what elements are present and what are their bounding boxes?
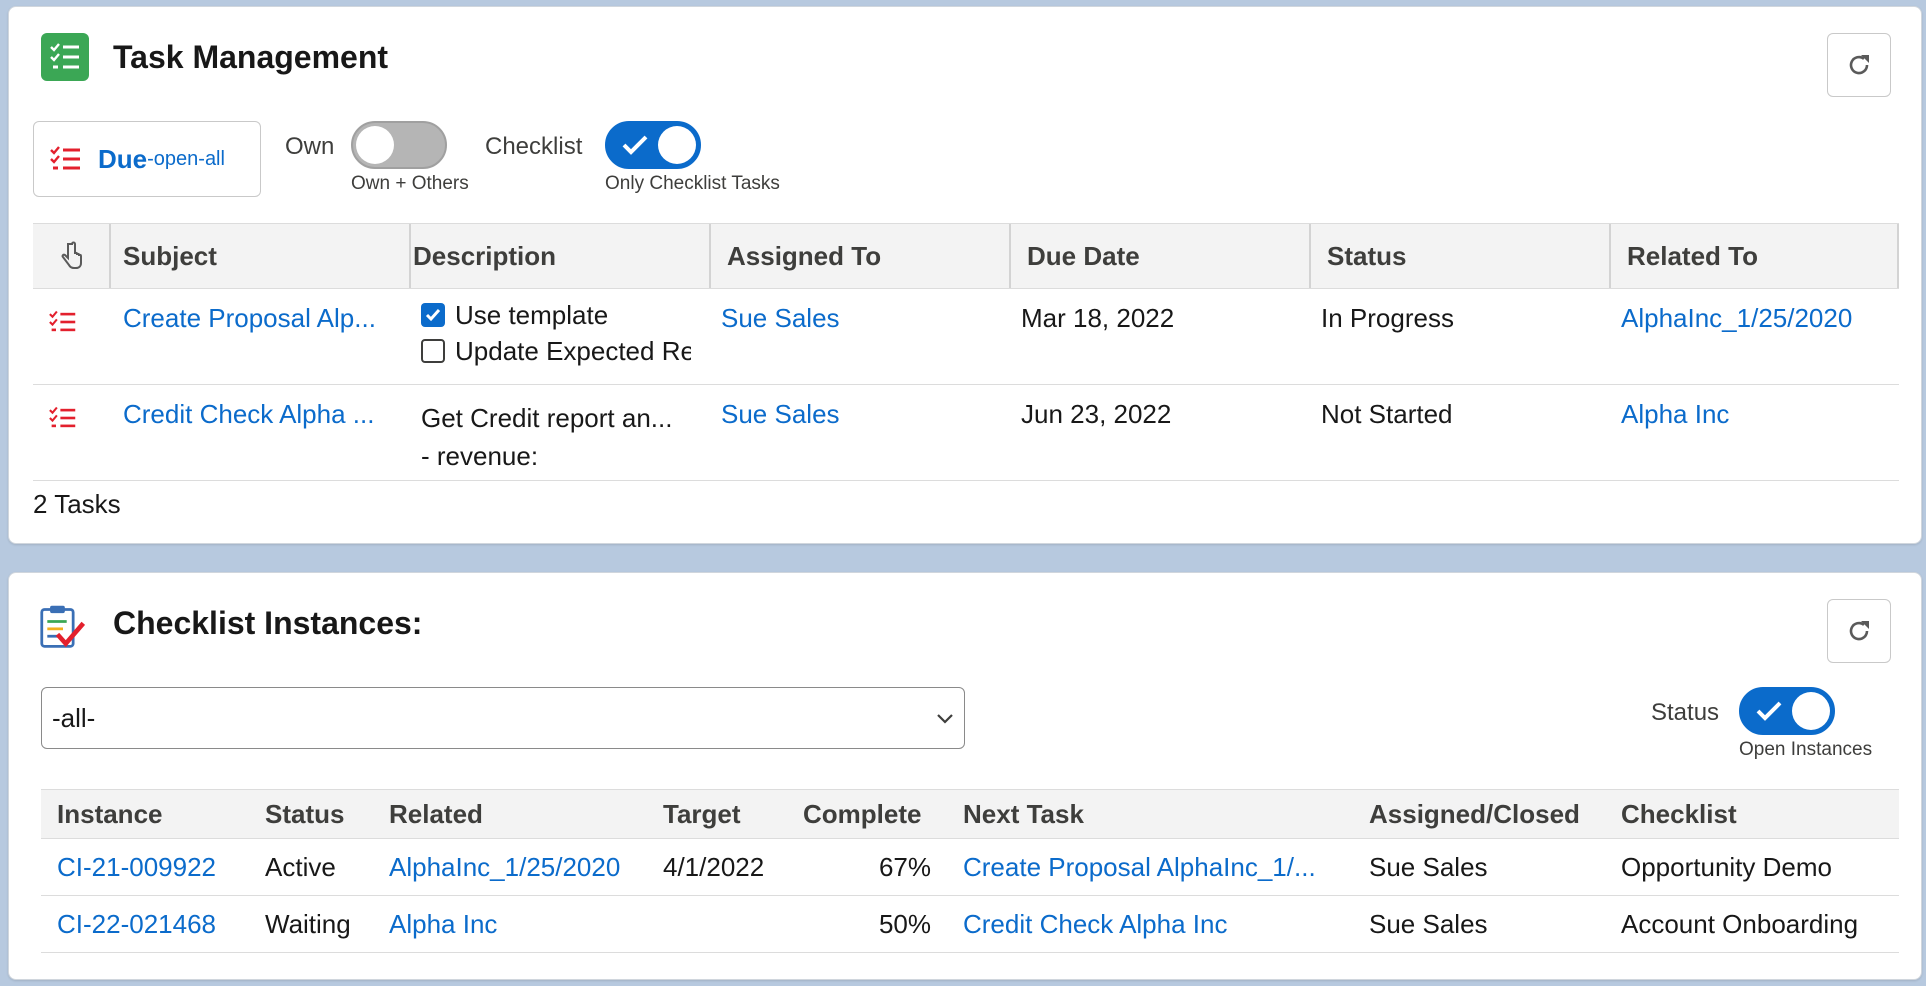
due-filter-button[interactable]: Due -open-all: [33, 121, 261, 197]
instance-target: 4/1/2022: [663, 851, 765, 882]
own-toggle-caption: Own + Others: [351, 173, 469, 194]
table-row: CI-22-021468 Waiting Alpha Inc 50% Credi…: [41, 896, 1899, 953]
task-management-title: Task Management: [113, 39, 389, 75]
column-header-due-date[interactable]: Due Date: [1011, 224, 1311, 288]
toggle-knob: [356, 126, 394, 164]
task-due-date: Jun 23, 2022: [1021, 399, 1172, 429]
own-toggle[interactable]: [351, 121, 447, 169]
red-task-list-icon: [49, 406, 76, 428]
task-description: Get Credit report an... - revenue:: [421, 399, 701, 475]
checklist-item-label: Update Expected Re: [455, 335, 691, 366]
task-subject-link[interactable]: Create Proposal Alp...: [123, 303, 403, 334]
checklist-toggle-caption: Only Checklist Tasks: [605, 173, 780, 194]
task-due-date: Mar 18, 2022: [1021, 303, 1175, 333]
checklist-filter-select[interactable]: -all-: [41, 687, 965, 749]
task-subject-link[interactable]: Credit Check Alpha ...: [123, 399, 403, 430]
instance-status: Active: [265, 851, 336, 882]
column-header-instance[interactable]: Instance: [57, 790, 163, 838]
checklist-instances-card: Checklist Instances: -all- Status Open I…: [8, 572, 1922, 980]
instance-related-link[interactable]: AlphaInc_1/25/2020: [389, 839, 620, 895]
instance-assigned-closed: Sue Sales: [1369, 851, 1488, 882]
check-icon: [622, 135, 648, 155]
table-row: Credit Check Alpha ... Get Credit report…: [33, 385, 1899, 481]
status-toggle-caption: Open Instances: [1739, 739, 1873, 760]
column-header-target[interactable]: Target: [663, 790, 741, 838]
instance-related-link[interactable]: Alpha Inc: [389, 896, 497, 952]
own-toggle-label: Own: [285, 133, 335, 160]
pointer-hand-icon: [61, 241, 82, 269]
task-related-to-link[interactable]: AlphaInc_1/25/2020: [1621, 303, 1852, 334]
checklist-toggle-label: Checklist: [485, 133, 583, 160]
instance-link[interactable]: CI-22-021468: [57, 896, 216, 952]
clipboard-check-icon: [39, 603, 87, 651]
task-count: 2 Tasks: [33, 489, 121, 519]
description-line: Get Credit report an...: [421, 403, 673, 433]
column-header-subject[interactable]: Subject: [111, 224, 411, 288]
refresh-icon: [1849, 621, 1869, 641]
task-row-icon[interactable]: [49, 309, 77, 340]
check-icon: [425, 309, 441, 322]
instance-assigned-closed: Sue Sales: [1369, 908, 1488, 939]
status-toggle-label: Status: [1651, 699, 1720, 726]
checklist-item-label: Use template: [455, 299, 609, 330]
column-header-related-to[interactable]: Related To: [1611, 224, 1899, 288]
column-header-status[interactable]: Status: [265, 790, 344, 838]
status-toggle[interactable]: [1739, 687, 1835, 735]
checkbox-checked[interactable]: [421, 303, 445, 327]
column-header-assigned-closed[interactable]: Assigned/Closed: [1369, 790, 1580, 838]
instances-table: Instance Status Related Target Complete …: [41, 789, 1899, 953]
task-row-icon[interactable]: [49, 405, 77, 436]
checklist-instances-title: Checklist Instances:: [113, 605, 423, 641]
instance-link[interactable]: CI-21-009922: [57, 839, 216, 895]
checkbox-unchecked[interactable]: [421, 339, 445, 363]
column-header-complete[interactable]: Complete: [803, 790, 921, 838]
task-management-card: Task Management Due -open-all Own Own + …: [8, 6, 1922, 544]
toggle-knob: [658, 126, 696, 164]
table-row: Create Proposal Alp... Use template Upda…: [33, 289, 1899, 385]
task-status: Not Started: [1321, 399, 1453, 429]
refresh-icon: [1849, 55, 1869, 75]
toggle-knob: [1792, 692, 1830, 730]
column-header-status[interactable]: Status: [1311, 224, 1611, 288]
task-list-icon: [41, 33, 89, 81]
task-refresh-button[interactable]: [1827, 33, 1891, 97]
red-task-list-icon: [49, 310, 76, 332]
task-status: In Progress: [1321, 303, 1454, 333]
instances-table-header: Instance Status Related Target Complete …: [41, 789, 1899, 839]
instance-complete: 50%: [878, 908, 931, 939]
chevron-down-icon: [937, 714, 953, 724]
column-header-description[interactable]: Description: [411, 224, 711, 288]
red-task-list-icon: [50, 146, 80, 170]
action-column-header[interactable]: [33, 224, 111, 288]
instance-status: Waiting: [265, 908, 351, 939]
column-header-next-task[interactable]: Next Task: [963, 790, 1084, 838]
instance-complete: 67%: [878, 851, 931, 882]
column-header-checklist[interactable]: Checklist: [1621, 790, 1737, 838]
due-button-sublabel: -open-all: [147, 147, 225, 170]
column-header-related[interactable]: Related: [389, 790, 483, 838]
checklist-item[interactable]: Update Expected Re: [421, 333, 691, 369]
description-line: - revenue:: [421, 441, 539, 471]
instance-checklist: Account Onboarding: [1621, 908, 1859, 939]
due-button-label: Due: [98, 143, 148, 174]
checklist-toggle[interactable]: [605, 121, 701, 169]
instance-checklist: Opportunity Demo: [1621, 851, 1832, 882]
table-row: CI-21-009922 Active AlphaInc_1/25/2020 4…: [41, 839, 1899, 896]
column-header-assigned-to[interactable]: Assigned To: [711, 224, 1011, 288]
task-related-to-link[interactable]: Alpha Inc: [1621, 399, 1729, 430]
instance-next-task-link[interactable]: Credit Check Alpha Inc: [963, 896, 1227, 952]
instances-refresh-button[interactable]: [1827, 599, 1891, 663]
task-assigned-to-link[interactable]: Sue Sales: [721, 303, 840, 334]
task-description: Use template Update Expected Re: [421, 297, 691, 369]
checklist-item[interactable]: Use template: [421, 297, 691, 333]
task-table: Subject Description Assigned To Due Date…: [33, 223, 1899, 481]
check-icon: [1756, 701, 1782, 721]
task-table-header: Subject Description Assigned To Due Date…: [33, 223, 1899, 289]
checklist-filter-value: -all-: [52, 702, 96, 733]
instance-next-task-link[interactable]: Create Proposal AlphaInc_1/...: [963, 839, 1316, 895]
task-assigned-to-link[interactable]: Sue Sales: [721, 399, 840, 430]
